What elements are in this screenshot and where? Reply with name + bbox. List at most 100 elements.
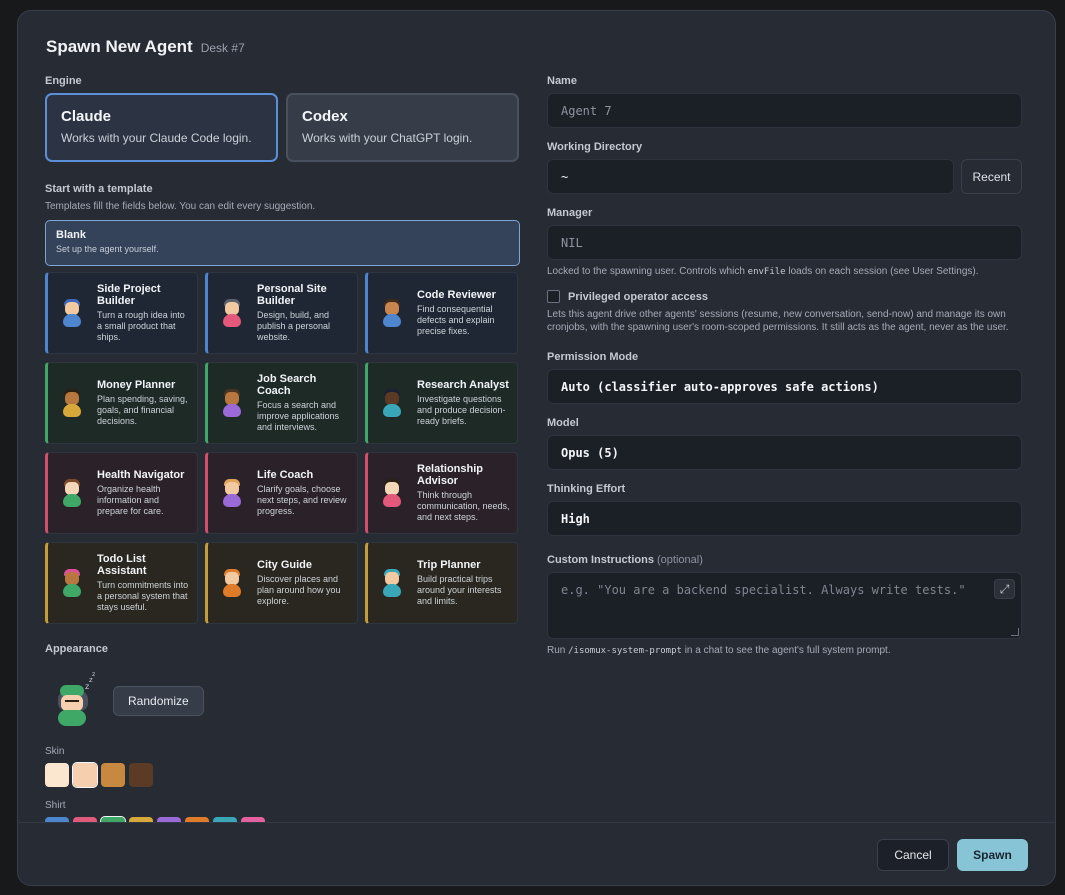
template-blank-desc: Set up the agent yourself.	[56, 244, 159, 254]
resize-handle-icon[interactable]	[1011, 628, 1019, 636]
spawn-agent-dialog: Spawn New Agent Desk #7 Engine Claude Wo…	[17, 10, 1056, 886]
model-label: Model	[547, 417, 579, 429]
expand-icon[interactable]: ⤢	[994, 579, 1015, 599]
template-title: Research Analyst	[417, 379, 509, 391]
template-card[interactable]: Side Project Builder Turn a rough idea in…	[45, 272, 198, 354]
manager-label: Manager	[547, 207, 593, 219]
custom-instructions-placeholder: e.g. "You are a backend specialist. Alwa…	[561, 583, 966, 597]
template-title: Money Planner	[97, 379, 176, 391]
skin-swatch[interactable]	[72, 762, 98, 788]
avatar-icon	[378, 383, 406, 423]
template-desc: Organize health information and prepare …	[97, 484, 164, 516]
template-desc: Plan spending, saving, goals, and financ…	[97, 394, 188, 426]
template-desc: Find consequential defects and explain p…	[417, 304, 495, 336]
template-label: Start with a template	[45, 183, 153, 195]
avatar-icon	[218, 293, 246, 333]
template-desc: Think through communication, needs, and …	[417, 490, 510, 522]
engine-options: Claude Works with your Claude Code login…	[45, 93, 520, 162]
template-desc: Turn a rough idea into a small product t…	[97, 310, 185, 342]
template-card[interactable]: Life Coach Clarify goals, choose next ste…	[205, 452, 358, 534]
template-card[interactable]: Todo List Assistant Turn commitments into…	[45, 542, 198, 624]
engine-desc: Works with your ChatGPT login.	[302, 131, 473, 145]
working-directory-label: Working Directory	[547, 141, 643, 153]
template-title: Side Project Builder	[97, 283, 161, 307]
agent-avatar-preview-icon: z z z	[45, 669, 105, 733]
name-input[interactable]: Agent 7	[547, 93, 1022, 128]
privileged-access-row: Privileged operator access	[547, 290, 1022, 303]
template-card[interactable]: Relationship Advisor Think through commun…	[365, 452, 518, 534]
template-note: Templates fill the fields below. You can…	[45, 201, 316, 212]
avatar-icon	[218, 473, 246, 513]
skin-swatch[interactable]	[129, 763, 153, 787]
manager-field: NIL	[547, 225, 1022, 260]
working-directory-input[interactable]: ~	[547, 159, 954, 194]
desk-label: Desk #7	[200, 41, 245, 55]
engine-name: Claude	[61, 108, 112, 125]
template-title: City Guide	[257, 559, 313, 571]
name-label: Name	[547, 75, 577, 87]
template-desc: Focus a search and improve applications …	[257, 400, 340, 432]
recent-button[interactable]: Recent	[961, 159, 1022, 194]
template-title: Todo List Assistant	[97, 553, 147, 577]
avatar-icon	[58, 473, 86, 513]
model-select[interactable]: Opus (5)	[547, 435, 1022, 470]
template-card[interactable]: Personal Site Builder Design, build, and …	[205, 272, 358, 354]
cancel-button[interactable]: Cancel	[877, 839, 949, 871]
avatar-icon	[218, 563, 246, 603]
engine-label: Engine	[45, 75, 82, 87]
template-card[interactable]: Code Reviewer Find consequential defects …	[365, 272, 518, 354]
randomize-button[interactable]: Randomize	[113, 686, 204, 716]
template-blank[interactable]: Blank Set up the agent yourself.	[45, 220, 520, 266]
custom-instructions-label: Custom Instructions (optional)	[547, 554, 703, 566]
template-title: Life Coach	[257, 469, 314, 481]
template-card[interactable]: Job Search Coach Focus a search and impro…	[205, 362, 358, 444]
avatar-icon	[218, 383, 246, 423]
template-desc: Design, build, and publish a personal we…	[257, 310, 331, 342]
template-grid: Side Project Builder Turn a rough idea in…	[45, 272, 520, 624]
privileged-access-checkbox[interactable]	[547, 290, 560, 303]
working-directory-row: ~ Recent	[547, 159, 1022, 194]
skin-swatch[interactable]	[45, 763, 69, 787]
spawn-button[interactable]: Spawn	[957, 839, 1028, 871]
engine-desc: Works with your Claude Code login.	[61, 131, 252, 145]
skin-swatch[interactable]	[101, 763, 125, 787]
appearance-label: Appearance	[45, 643, 108, 655]
template-title: Personal Site Builder	[257, 283, 327, 307]
right-column: Name Agent 7 Working Directory ~ Recent …	[547, 75, 1022, 658]
template-title: Trip Planner	[417, 559, 481, 571]
left-column: Engine Claude Works with your Claude Cod…	[45, 75, 520, 842]
dialog-footer: Cancel Spawn	[18, 822, 1055, 885]
manager-note: Locked to the spawning user. Controls wh…	[547, 266, 979, 277]
avatar-icon	[378, 293, 406, 333]
engine-name: Codex	[302, 108, 348, 125]
system-prompt-note: Run /isomux-system-prompt in a chat to s…	[547, 645, 891, 656]
permission-mode-label: Permission Mode	[547, 351, 639, 363]
thinking-effort-label: Thinking Effort	[547, 483, 626, 495]
skin-swatches	[45, 762, 520, 788]
template-blank-title: Blank	[56, 229, 86, 241]
template-card[interactable]: Research Analyst Investigate questions an…	[365, 362, 518, 444]
template-card[interactable]: Trip Planner Build practical trips around…	[365, 542, 518, 624]
template-card[interactable]: City Guide Discover places and plan aroun…	[205, 542, 358, 624]
custom-instructions-textarea[interactable]: e.g. "You are a backend specialist. Alwa…	[547, 572, 1022, 639]
privileged-access-note: Lets this agent drive other agents' sess…	[547, 309, 1009, 333]
template-desc: Investigate questions and produce decisi…	[417, 394, 506, 426]
template-desc: Build practical trips around your intere…	[417, 574, 502, 606]
sleep-z-icon: z	[92, 671, 95, 678]
appearance-row: z z z Randomize	[45, 669, 520, 733]
template-card[interactable]: Health Navigator Organize health informat…	[45, 452, 198, 534]
template-card[interactable]: Money Planner Plan spending, saving, goal…	[45, 362, 198, 444]
template-desc: Discover places and plan around how you …	[257, 574, 341, 606]
permission-mode-select[interactable]: Auto (classifier auto-approves safe acti…	[547, 369, 1022, 404]
avatar-icon	[58, 293, 86, 333]
template-desc: Clarify goals, choose next steps, and re…	[257, 484, 347, 516]
template-desc: Turn commitments into a personal system …	[97, 580, 189, 612]
template-title: Relationship Advisor	[417, 463, 484, 487]
avatar-icon	[378, 563, 406, 603]
privileged-access-label: Privileged operator access	[568, 290, 709, 303]
avatar-icon	[58, 383, 86, 423]
thinking-effort-select[interactable]: High	[547, 501, 1022, 536]
engine-claude[interactable]: Claude Works with your Claude Code login…	[45, 93, 278, 162]
engine-codex[interactable]: Codex Works with your ChatGPT login.	[286, 93, 519, 162]
dialog-title: Spawn New Agent	[46, 37, 193, 56]
